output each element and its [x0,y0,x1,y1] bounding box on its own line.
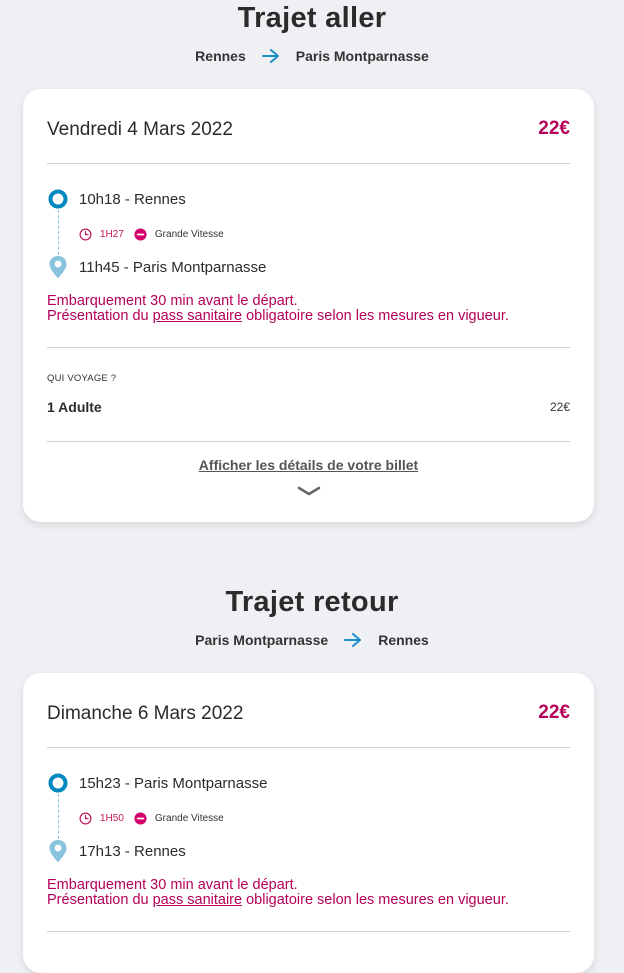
return-card: Dimanche 6 Mars 2022 22€ 15h23 - Paris M… [23,673,594,973]
outbound-destination: Paris Montparnasse [295,48,429,64]
return-date: Dimanche 6 Mars 2022 [47,703,244,724]
notice-prefix: Présentation du [47,892,153,908]
return-origin: Paris Montparnasse [195,632,329,648]
return-title: Trajet retour [225,586,399,618]
boarding-notice: Embarquement 30 min avant le départ. [47,293,298,309]
boarding-notice: Embarquement 30 min avant le départ. [47,877,298,893]
pass-sanitaire-link[interactable]: pass sanitaire [153,308,242,324]
health-pass-notice: Présentation du pass sanitaire obligatoi… [47,309,509,324]
circle-marker-icon [48,189,68,209]
return-trip-meta: 1H50 Grande Vitesse [79,812,224,825]
outbound-duration: 1H27 [100,229,124,240]
outbound-date: Vendredi 4 Mars 2022 [47,119,233,140]
divider [47,747,570,748]
chevron-down-icon[interactable] [297,486,321,496]
route-line [58,210,59,255]
traveler-count: 1 Adulte [47,399,102,415]
return-price: 22€ [538,702,570,723]
outbound-train-type: Grande Vitesse [154,229,224,240]
return-destination: Rennes [378,632,429,648]
arrow-right-icon [261,49,279,63]
travelers-label: QUI VOYAGE ? [47,373,117,384]
clock-icon [79,812,92,825]
outbound-title: Trajet aller [237,2,387,34]
outbound-card: Vendredi 4 Mars 2022 22€ 10h18 - Rennes … [23,89,594,522]
notice-prefix: Présentation du [47,308,153,324]
arrow-right-icon [344,633,362,647]
divider [47,931,570,932]
return-notice: Embarquement 30 min avant le départ. Pré… [47,878,509,908]
outbound-route: Rennes Paris Montparnasse [0,48,624,64]
return-route: Paris Montparnasse Rennes [0,632,624,648]
outbound-price: 22€ [538,118,570,139]
traveler-price: 22€ [549,400,570,414]
return-departure: 15h23 - Paris Montparnasse [79,775,268,792]
ouigo-logo-icon [134,812,147,825]
outbound-departure: 10h18 - Rennes [79,191,186,208]
notice-suffix: obligatoire selon les mesures en vigueur… [242,308,509,324]
pass-sanitaire-link[interactable]: pass sanitaire [153,892,242,908]
divider [47,347,570,348]
show-ticket-details-link[interactable]: Afficher les détails de votre billet [47,457,570,473]
route-line [58,794,59,839]
outbound-arrival: 11h45 - Paris Montparnasse [79,259,267,276]
return-duration: 1H50 [100,813,124,824]
return-arrival: 17h13 - Rennes [79,843,186,860]
ouigo-logo-icon [134,228,147,241]
return-train-type: Grande Vitesse [154,813,224,824]
map-pin-icon [49,256,67,278]
divider [47,441,570,442]
divider [47,163,570,164]
health-pass-notice: Présentation du pass sanitaire obligatoi… [47,893,509,908]
clock-icon [79,228,92,241]
outbound-origin: Rennes [195,48,246,64]
outbound-trip-meta: 1H27 Grande Vitesse [79,228,224,241]
circle-marker-icon [48,773,68,793]
notice-suffix: obligatoire selon les mesures en vigueur… [242,892,509,908]
outbound-notice: Embarquement 30 min avant le départ. Pré… [47,294,509,324]
map-pin-icon [49,840,67,862]
